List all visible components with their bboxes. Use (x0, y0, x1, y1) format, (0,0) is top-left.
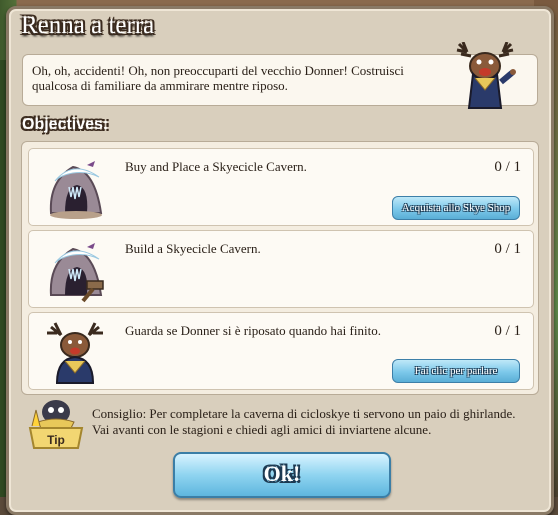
objective-progress: 0 / 1 (494, 159, 521, 175)
objectives-heading: Objectives: (22, 116, 109, 133)
donner-reindeer-icon (47, 322, 103, 384)
buy-at-skye-shop-button[interactable]: Acquista allo Skye Shop (392, 196, 520, 220)
intro-message: Oh, oh, accidenti! Oh, non preoccuparti … (32, 63, 404, 93)
tip-label: Tip (47, 433, 65, 447)
objective-progress: 0 / 1 (494, 241, 521, 257)
objective-text: Build a Skyecicle Cavern. (125, 241, 261, 256)
dialog-title: Renna a terra (21, 12, 155, 39)
tip-mascot-icon: Tip (28, 400, 84, 449)
objective-text: Guarda se Donner si è riposato quando ha… (125, 323, 381, 338)
objective-progress: 0 / 1 (494, 323, 521, 339)
tip-text: Consiglio: Per completare la caverna di … (92, 406, 516, 437)
ok-button[interactable]: Ok! (173, 452, 391, 498)
ice-cavern-hammer-icon (49, 243, 104, 303)
objective-text: Buy and Place a Skyecicle Cavern. (125, 159, 307, 174)
objectives-panel: Buy and Place a Skyecicle Cavern. 0 / 1 … (21, 141, 539, 395)
objective-row: Buy and Place a Skyecicle Cavern. 0 / 1 … (28, 148, 534, 226)
ice-cavern-icon (49, 161, 103, 219)
objective-row: Guarda se Donner si è riposato quando ha… (28, 312, 534, 390)
donner-portrait-icon (456, 42, 516, 109)
dialog-title-bar: Renna a terra (13, 10, 543, 46)
tip-badge: Tip (26, 396, 86, 452)
objective-row: Build a Skyecicle Cavern. 0 / 1 (28, 230, 534, 308)
click-to-talk-button[interactable]: Fai clic per parlare (392, 359, 520, 383)
